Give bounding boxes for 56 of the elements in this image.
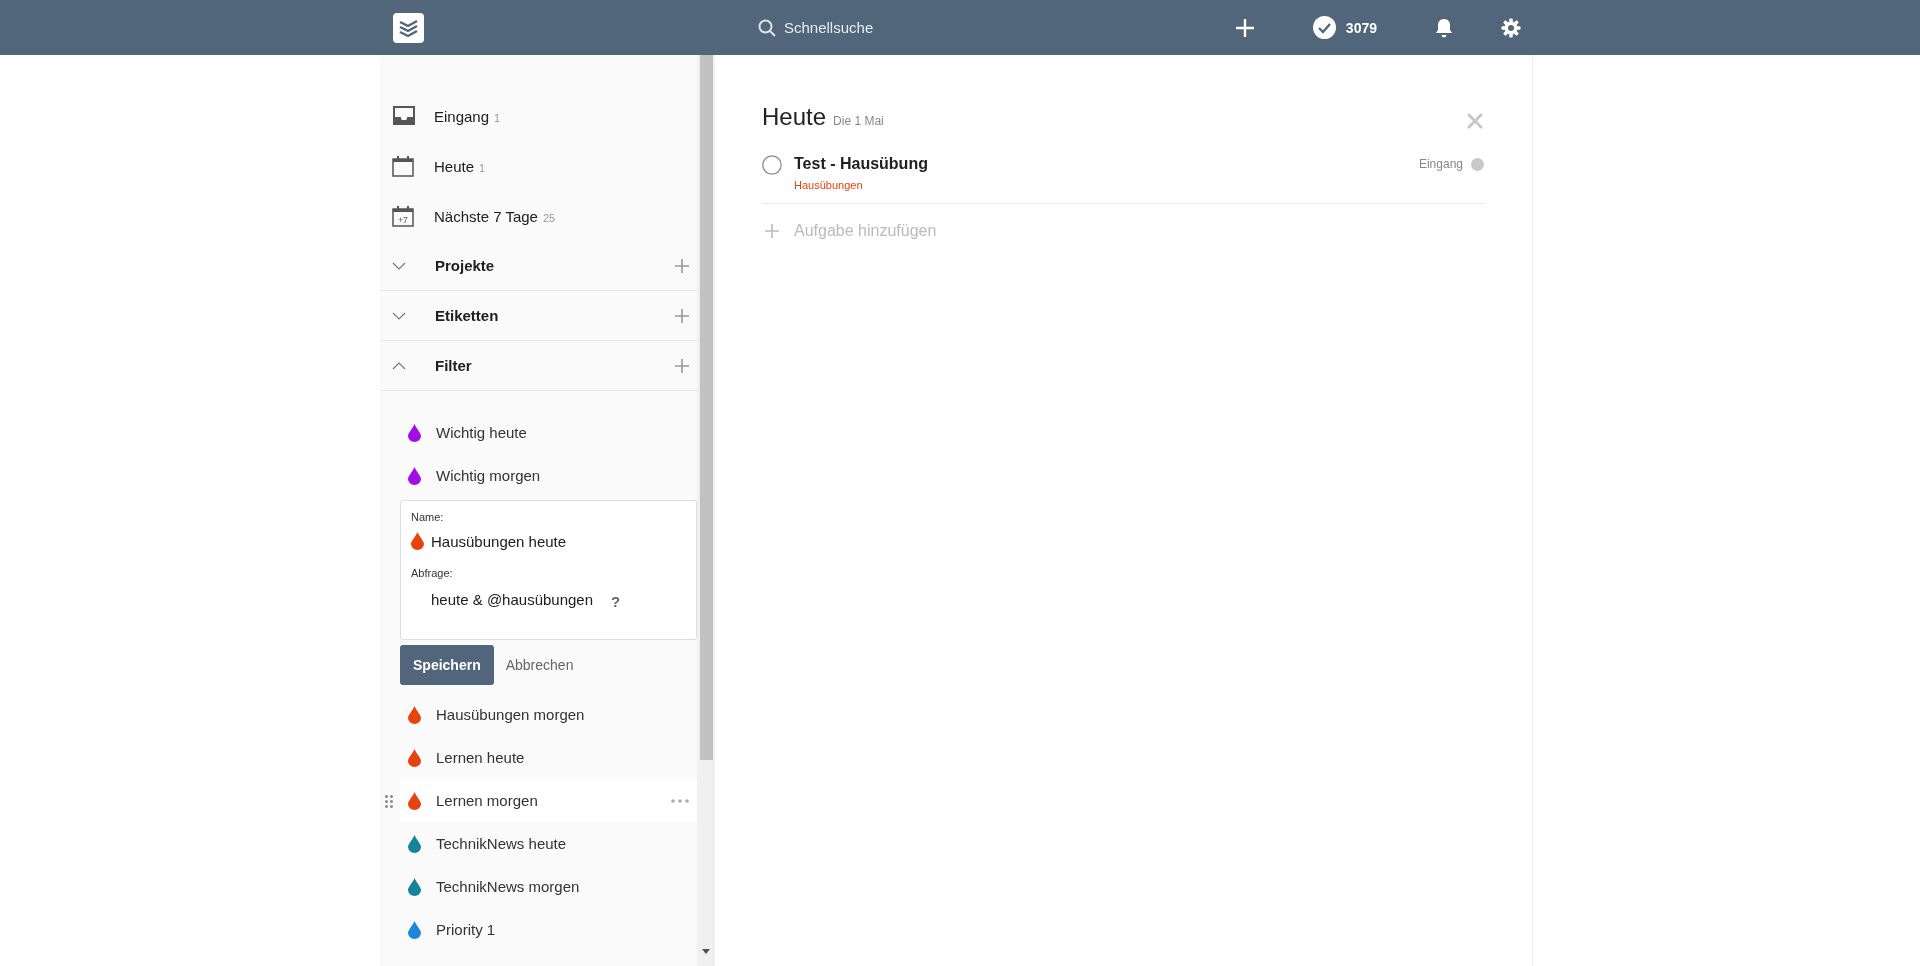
project-name[interactable]: Eingang (1418, 157, 1463, 171)
filter-item[interactable]: Hausübungen morgen (400, 693, 697, 736)
cancel-button[interactable]: Abbrechen (505, 657, 574, 673)
help-link[interactable]: ? (611, 593, 621, 610)
filter-item[interactable]: Lernen heute (400, 736, 697, 779)
drop-icon (407, 877, 421, 896)
search-field[interactable]: Schnellsuche (752, 10, 1232, 45)
logo-icon[interactable] (393, 12, 424, 43)
task-label[interactable]: Hausübungen (794, 179, 1419, 191)
page-title: Heute (762, 103, 827, 131)
task-title[interactable]: Test - Hausübung (794, 155, 1419, 173)
calendar-icon: +7 (392, 205, 414, 227)
inbox-icon (392, 106, 416, 126)
query-input[interactable]: heute & @hausübungen (431, 591, 594, 608)
filter-item[interactable]: Wichtig morgen (400, 454, 697, 497)
karma-button[interactable]: 3079 (1306, 15, 1383, 40)
drop-icon (411, 532, 424, 550)
nav-item[interactable]: Heute 1 (380, 141, 697, 191)
drop-icon (407, 423, 421, 442)
add-icon[interactable] (675, 258, 689, 273)
notifications-button[interactable] (1435, 17, 1453, 38)
settings-button[interactable] (1501, 17, 1521, 38)
section-title[interactable]: Filter (435, 357, 675, 374)
drop-icon (407, 705, 421, 724)
nav-item[interactable]: Eingang 1 (380, 91, 697, 141)
page-date: Die 1 Mai (833, 114, 884, 128)
chevron-icon[interactable] (392, 361, 406, 370)
save-button[interactable]: Speichern (400, 645, 494, 685)
drop-icon (407, 920, 421, 939)
add-icon[interactable] (675, 308, 689, 323)
more-icon[interactable] (671, 798, 689, 803)
field-label: Abfrage: (411, 567, 454, 579)
task-checkbox[interactable] (762, 155, 782, 175)
filter-item[interactable]: Wichtig heute (400, 411, 697, 454)
drop-icon (407, 466, 421, 485)
add-button[interactable] (1234, 17, 1255, 38)
field-label: Name: (411, 511, 445, 523)
drop-icon (407, 748, 421, 767)
calendar-icon (392, 155, 414, 177)
drop-icon (407, 834, 421, 853)
filter-item[interactable]: Priority 1 (400, 908, 697, 951)
filter-item[interactable]: TechnikNews heute (400, 822, 697, 865)
name-input[interactable]: Hausübungen heute (411, 532, 686, 550)
filter-item[interactable]: TechnikNews morgen (400, 865, 697, 908)
chevron-icon[interactable] (392, 311, 406, 320)
drop-icon (407, 791, 421, 810)
plus-icon (765, 224, 779, 238)
section-title[interactable]: Etiketten (435, 307, 675, 324)
add-icon[interactable] (675, 358, 689, 373)
section-title[interactable]: Projekte (435, 257, 675, 274)
search-icon (758, 18, 776, 37)
nav-item[interactable]: +7 Nächste 7 Tage 25 (380, 191, 697, 241)
project-dot (1471, 157, 1484, 171)
chevron-icon[interactable] (392, 261, 406, 270)
drag-handle-icon[interactable] (385, 795, 393, 808)
checkmark-icon (1312, 16, 1336, 39)
